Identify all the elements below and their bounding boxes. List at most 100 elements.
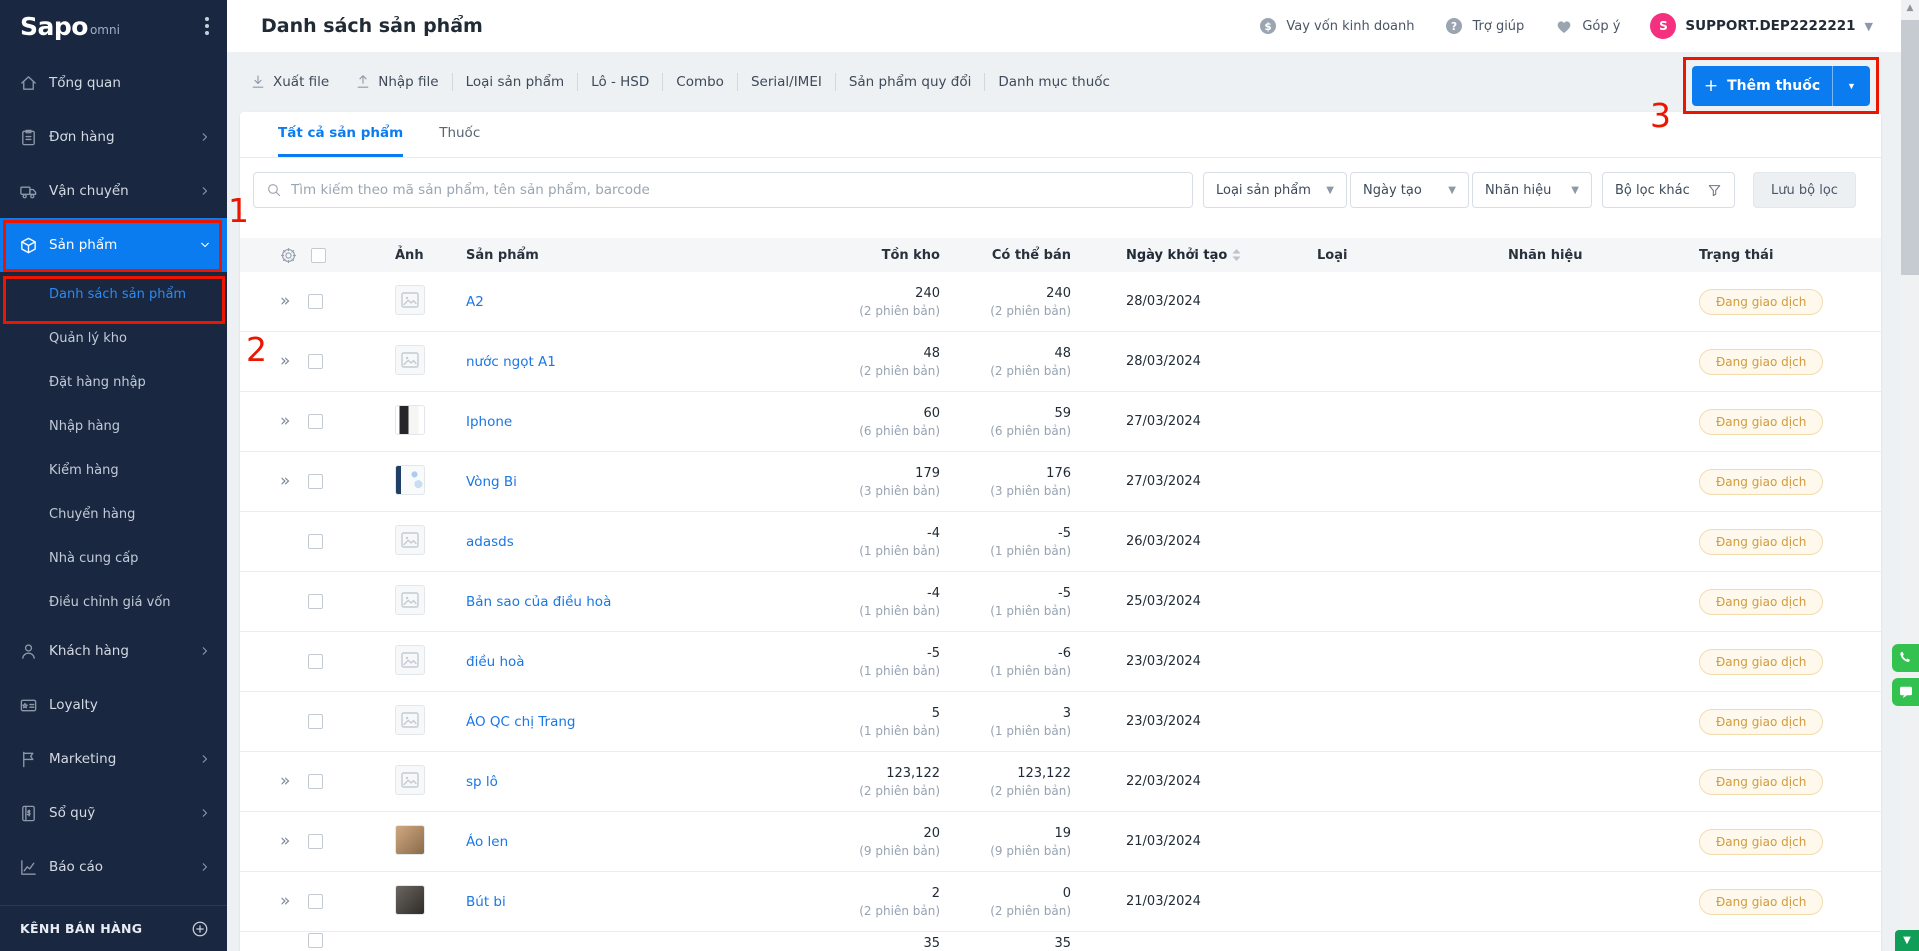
header-link-tro-giup[interactable]: ? Trợ giúp [1444, 16, 1524, 36]
stock-value: -5 [800, 646, 940, 661]
product-name-link[interactable]: Vòng Bi [466, 474, 517, 490]
sidebar-item-san-pham[interactable]: Sản phẩm [0, 218, 227, 272]
sidebar-item-label: Sổ quỹ [49, 805, 95, 821]
available-variant-note: (2 phiên bản) [940, 904, 1071, 918]
sidebar-subitem-danh-sach-san-pham[interactable]: Danh sách sản phẩm [0, 272, 227, 316]
sidebar-subitem-label: Kiểm hàng [49, 463, 119, 478]
created-date: 25/03/2024 [1071, 594, 1317, 609]
toolbar-action-san-pham-quy-doi[interactable]: Sản phẩm quy đổi [836, 74, 985, 90]
product-name-link[interactable]: sp lô [466, 774, 498, 790]
toolbar-action-serial-imei[interactable]: Serial/IMEI [738, 74, 835, 90]
filter-dropdown-ngay-tao[interactable]: Ngày tạo ▼ [1350, 172, 1469, 208]
product-name-link[interactable]: Bản sao của điều hoà [466, 594, 611, 610]
product-name-link[interactable]: Bút bi [466, 894, 506, 910]
kebab-menu-icon[interactable] [205, 17, 209, 35]
more-filters-button[interactable]: Bộ lọc khác [1602, 172, 1735, 208]
sidebar-item-bao-cao[interactable]: Báo cáo [0, 840, 227, 894]
sort-icon [1231, 248, 1242, 262]
expand-row-icon[interactable]: » [280, 353, 294, 370]
sidebar-subitem-quan-ly-kho[interactable]: Quản lý kho [0, 316, 227, 360]
row-checkbox[interactable] [308, 894, 323, 909]
available-value: 19 [940, 826, 1071, 841]
toolbar-action-combo[interactable]: Combo [663, 74, 737, 90]
sidebar-item-so-quy[interactable]: Sổ quỹ [0, 786, 227, 840]
product-name-link[interactable]: Áo len [466, 834, 508, 850]
table-row: » Bản sao của điều hoà -4(1 phiên bản) -… [240, 572, 1881, 632]
sidebar-subitem-nha-cung-cap[interactable]: Nhà cung cấp [0, 536, 227, 580]
row-checkbox[interactable] [308, 714, 323, 729]
row-checkbox[interactable] [308, 414, 323, 429]
expand-row-icon[interactable]: » [280, 833, 294, 850]
row-checkbox[interactable] [308, 774, 323, 789]
available-value: 59 [940, 406, 1071, 421]
row-checkbox[interactable] [308, 654, 323, 669]
stock-variant-note: (6 phiên bản) [800, 424, 940, 438]
add-drug-dropdown-caret[interactable]: ▼ [1832, 66, 1870, 106]
filter-dropdown-nhan-hieu[interactable]: Nhãn hiệu ▼ [1472, 172, 1592, 208]
phone-support-button[interactable] [1892, 644, 1919, 672]
sidebar-subitem-dat-hang-nhap[interactable]: Đặt hàng nhập [0, 360, 227, 404]
save-filter-button[interactable]: Lưu bộ lọc [1753, 172, 1856, 208]
search-input[interactable] [291, 182, 1180, 198]
product-name-link[interactable]: ÁO QC chị Trang [466, 714, 576, 730]
tab-thuoc[interactable]: Thuốc [439, 125, 480, 157]
toolbar-action-xuat-file[interactable]: Xuất file [250, 74, 342, 90]
row-checkbox[interactable] [308, 834, 323, 849]
row-checkbox[interactable] [308, 933, 323, 948]
chat-widget-collapse-button[interactable]: ▼ [1895, 930, 1919, 951]
sidebar-subitem-nhap-hang[interactable]: Nhập hàng [0, 404, 227, 448]
expand-row-icon[interactable]: » [280, 893, 294, 910]
product-name-link[interactable]: điều hoà [466, 654, 525, 670]
product-name-link[interactable]: Iphone [466, 414, 512, 430]
toolbar-action-loai-san-pham[interactable]: Loại sản phẩm [453, 74, 578, 90]
table-row: » A2 240(2 phiên bản) 240(2 phiên bản) 2… [240, 272, 1881, 332]
svg-text:$: $ [1265, 21, 1272, 33]
product-name-link[interactable]: adasds [466, 534, 514, 550]
col-header-type: Loại [1317, 248, 1508, 263]
expand-row-icon[interactable]: » [280, 773, 294, 790]
add-channel-plus-icon[interactable] [191, 920, 209, 938]
toolbar-action-danh-muc-thuoc[interactable]: Danh mục thuốc [985, 74, 1123, 90]
stock-value: 5 [800, 706, 940, 721]
toolbar-action-lo-hsd[interactable]: Lô - HSD [578, 74, 662, 90]
sidebar-item-label: Vận chuyển [49, 183, 129, 199]
filter-dropdown-loai-san-pham[interactable]: Loại sản phẩm ▼ [1203, 172, 1347, 208]
sidebar-item-don-hang[interactable]: Đơn hàng [0, 110, 227, 164]
row-checkbox[interactable] [308, 294, 323, 309]
header-link-gop-y[interactable]: Góp ý [1554, 16, 1620, 36]
scrollbar-thumb[interactable] [1901, 20, 1919, 275]
created-date: 21/03/2024 [1071, 834, 1317, 849]
sidebar-item-van-chuyen[interactable]: Vận chuyển [0, 164, 227, 218]
expand-row-icon[interactable]: » [280, 473, 294, 490]
sidebar-subitem-kiem-hang[interactable]: Kiểm hàng [0, 448, 227, 492]
vertical-scrollbar[interactable]: ▲ [1901, 0, 1919, 951]
sidebar-item-tong-quan[interactable]: Tổng quan [0, 56, 227, 110]
sidebar-item-marketing[interactable]: Marketing [0, 732, 227, 786]
select-all-checkbox[interactable] [311, 248, 326, 263]
row-checkbox[interactable] [308, 354, 323, 369]
sidebar-item-khach-hang[interactable]: Khách hàng [0, 624, 227, 678]
scroll-up-arrow-icon[interactable]: ▲ [1901, 3, 1919, 13]
row-checkbox[interactable] [308, 474, 323, 489]
product-name-link[interactable]: A2 [466, 294, 484, 310]
chat-support-button[interactable] [1892, 678, 1919, 706]
caret-down-icon: ▼ [1326, 185, 1334, 196]
toolbar-action-nhap-file[interactable]: Nhập file [342, 74, 451, 90]
expand-row-icon[interactable]: » [280, 293, 294, 310]
row-checkbox[interactable] [308, 534, 323, 549]
expand-row-icon[interactable]: » [280, 413, 294, 430]
tab-tat-ca-san-pham[interactable]: Tất cả sản phẩm [278, 125, 403, 157]
sidebar-item-loyalty[interactable]: Loyalty [0, 678, 227, 732]
status-badge: Đang giao dịch [1699, 349, 1823, 375]
col-header-created[interactable]: Ngày khởi tạo [1071, 248, 1317, 263]
stock-value: 240 [800, 286, 940, 301]
product-image [395, 645, 425, 675]
add-drug-button[interactable]: + Thêm thuốc [1692, 66, 1832, 106]
user-menu[interactable]: S SUPPORT.DEP2222221 ▼ [1650, 13, 1873, 39]
row-checkbox[interactable] [308, 594, 323, 609]
sidebar-subitem-chuyen-hang[interactable]: Chuyển hàng [0, 492, 227, 536]
sidebar-subitem-dieu-chinh-gia-von[interactable]: Điều chỉnh giá vốn [0, 580, 227, 624]
product-name-link[interactable]: nước ngọt A1 [466, 354, 556, 370]
header-link-vay-von[interactable]: $ Vay vốn kinh doanh [1258, 16, 1414, 36]
column-settings-gear-icon[interactable] [280, 247, 297, 264]
